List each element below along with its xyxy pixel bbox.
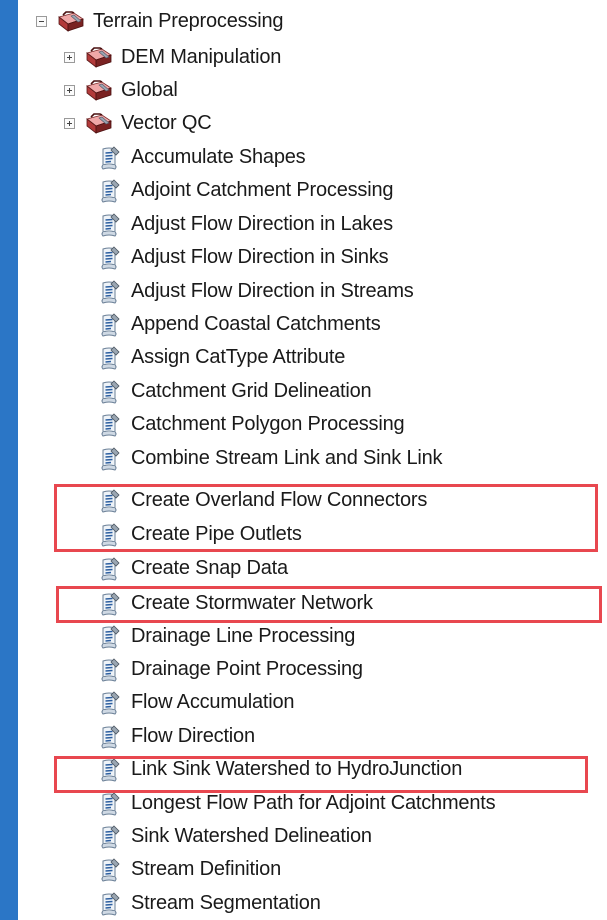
toolset-dem-manipulation[interactable]: DEM Manipulation — [64, 41, 281, 74]
toolset-label: Global — [121, 79, 178, 101]
script-tool-icon — [99, 892, 121, 916]
script-tool-icon — [99, 447, 121, 471]
tool-item[interactable]: Accumulate Shapes — [99, 141, 306, 174]
tool-label: Accumulate Shapes — [131, 146, 306, 168]
tool-label: Catchment Polygon Processing — [131, 413, 405, 435]
script-tool-icon — [99, 825, 121, 849]
script-tool-icon — [99, 557, 121, 581]
tool-item[interactable]: Stream Segmentation — [99, 887, 321, 920]
tool-label: Flow Direction — [131, 725, 255, 747]
toolset-icon — [85, 79, 113, 103]
tool-label: Create Overland Flow Connectors — [131, 489, 428, 511]
tool-item[interactable]: Drainage Point Processing — [99, 653, 363, 686]
script-tool-icon — [99, 179, 121, 203]
toolbox-icon — [57, 10, 85, 34]
tool-label: Flow Accumulation — [131, 691, 295, 713]
script-tool-icon — [99, 380, 121, 404]
tool-label: Sink Watershed Delineation — [131, 825, 372, 847]
tool-item[interactable]: Flow Accumulation — [99, 686, 295, 719]
tool-label: Create Stormwater Network — [131, 592, 373, 614]
tool-item[interactable]: Adjust Flow Direction in Streams — [99, 275, 414, 308]
toolbox-tree-panel: Terrain Preprocessing DEM Manipulation G… — [18, 0, 607, 920]
script-tool-icon — [99, 313, 121, 337]
tool-label: Adjust Flow Direction in Streams — [131, 280, 414, 302]
toolset-global[interactable]: Global — [64, 74, 178, 107]
script-tool-icon — [99, 725, 121, 749]
tool-label: Adjust Flow Direction in Lakes — [131, 213, 393, 235]
tool-item[interactable]: Combine Stream Link and Sink Link — [99, 442, 443, 475]
script-tool-icon — [99, 625, 121, 649]
tool-item[interactable]: Catchment Polygon Processing — [99, 408, 405, 441]
tool-item[interactable]: Adjust Flow Direction in Lakes — [99, 208, 393, 241]
script-tool-icon — [99, 792, 121, 816]
tool-label: Longest Flow Path for Adjoint Catchments — [131, 792, 496, 814]
script-tool-icon — [99, 691, 121, 715]
tool-label: Link Sink Watershed to HydroJunction — [131, 758, 463, 780]
tool-label: Create Pipe Outlets — [131, 523, 302, 545]
script-tool-icon — [99, 658, 121, 682]
expand-toggle-icon[interactable] — [64, 52, 75, 63]
script-tool-icon — [99, 413, 121, 437]
toolset-label: Vector QC — [121, 112, 212, 134]
tool-item[interactable]: Create Pipe Outlets — [99, 518, 302, 551]
tool-label: Adjoint Catchment Processing — [131, 179, 394, 201]
tool-label: Adjust Flow Direction in Sinks — [131, 246, 389, 268]
script-tool-icon — [99, 592, 121, 616]
tool-item[interactable]: Append Coastal Catchments — [99, 308, 381, 341]
tool-item[interactable]: Create Overland Flow Connectors — [99, 484, 427, 517]
tool-item[interactable]: Stream Definition — [99, 853, 281, 886]
tool-label: Create Snap Data — [131, 557, 288, 579]
script-tool-icon — [99, 758, 121, 782]
tool-label: Combine Stream Link and Sink Link — [131, 447, 443, 469]
tool-label: Assign CatType Attribute — [131, 346, 346, 368]
tool-label: Stream Segmentation — [131, 892, 321, 914]
tool-item[interactable]: Link Sink Watershed to HydroJunction — [99, 753, 462, 786]
toolset-icon — [85, 46, 113, 70]
script-tool-icon — [99, 489, 121, 513]
expand-toggle-icon[interactable] — [64, 85, 75, 96]
collapse-toggle-icon[interactable] — [36, 16, 47, 27]
script-tool-icon — [99, 246, 121, 270]
toolset-label: DEM Manipulation — [121, 46, 282, 68]
script-tool-icon — [99, 280, 121, 304]
tool-label: Append Coastal Catchments — [131, 313, 381, 335]
tool-item[interactable]: Adjoint Catchment Processing — [99, 174, 394, 207]
expand-toggle-icon[interactable] — [64, 118, 75, 129]
script-tool-icon — [99, 523, 121, 547]
tool-item[interactable]: Longest Flow Path for Adjoint Catchments — [99, 787, 496, 820]
tool-item[interactable]: Sink Watershed Delineation — [99, 820, 372, 853]
tool-label: Stream Definition — [131, 858, 281, 880]
tool-label: Drainage Point Processing — [131, 658, 363, 680]
tool-item[interactable]: Drainage Line Processing — [99, 620, 355, 653]
tool-item[interactable]: Assign CatType Attribute — [99, 341, 345, 374]
tool-item[interactable]: Flow Direction — [99, 720, 255, 753]
script-tool-icon — [99, 346, 121, 370]
script-tool-icon — [99, 213, 121, 237]
toolset-icon — [85, 112, 113, 136]
tool-item[interactable]: Adjust Flow Direction in Sinks — [99, 241, 389, 274]
tool-label: Catchment Grid Delineation — [131, 380, 372, 402]
tree-node-terrain-preprocessing[interactable]: Terrain Preprocessing — [36, 5, 284, 38]
tool-label: Drainage Line Processing — [131, 625, 356, 647]
tool-item[interactable]: Create Stormwater Network — [99, 587, 373, 620]
script-tool-icon — [99, 146, 121, 170]
tree-node-label: Terrain Preprocessing — [93, 10, 284, 32]
script-tool-icon — [99, 858, 121, 882]
tool-item[interactable]: Create Snap Data — [99, 552, 288, 585]
tool-item[interactable]: Catchment Grid Delineation — [99, 375, 372, 408]
toolset-vector-qc[interactable]: Vector QC — [64, 107, 212, 140]
